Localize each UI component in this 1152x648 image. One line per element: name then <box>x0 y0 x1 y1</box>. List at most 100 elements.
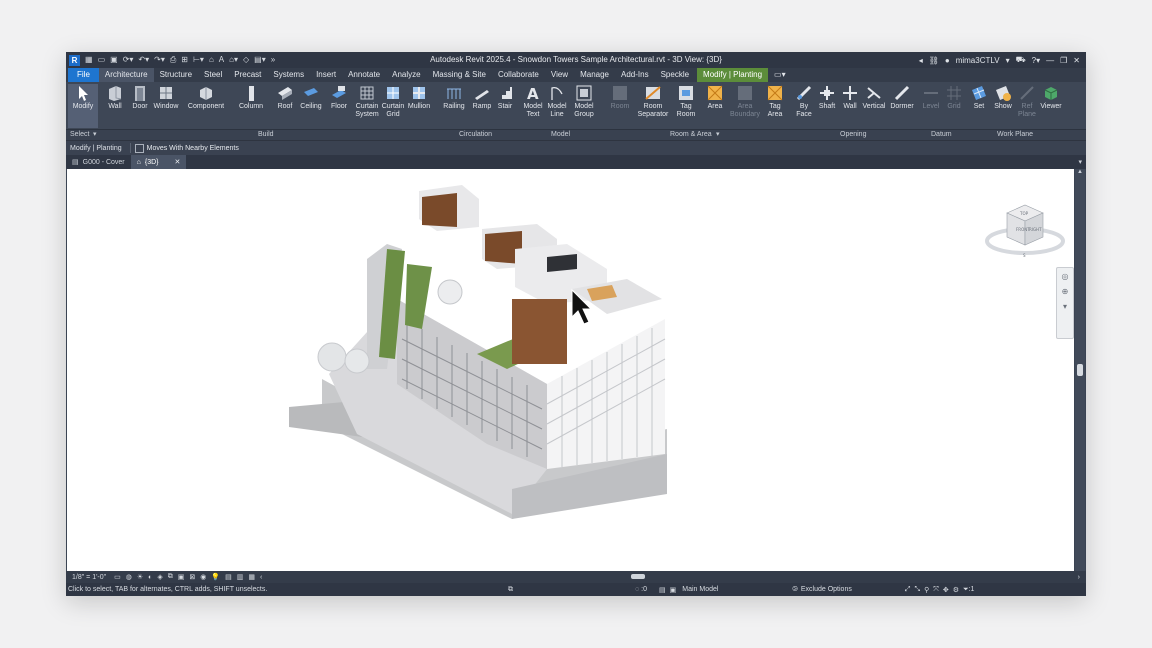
component-button[interactable]: Component <box>186 84 226 111</box>
horizontal-scroll-thumb[interactable] <box>631 574 646 579</box>
panel-room-area-dropdown-icon[interactable]: ▾ <box>716 130 720 140</box>
tab-structure[interactable]: Structure <box>154 68 198 82</box>
restore-icon[interactable]: ❐ <box>1060 56 1067 65</box>
crop-view-icon[interactable]: ⧉ <box>168 573 173 581</box>
revit-logo-icon[interactable]: R <box>69 54 80 66</box>
reveal-hidden-icon[interactable]: 💡 <box>211 573 220 581</box>
tag-icon[interactable]: ⌂ <box>209 55 214 65</box>
exclude-options-icon[interactable]: ⧁ <box>792 586 798 594</box>
text-icon[interactable]: A <box>219 55 224 65</box>
tab-menu-icon[interactable]: ▾ <box>1078 158 1082 166</box>
tab-manage[interactable]: Manage <box>574 68 615 82</box>
redo-icon[interactable]: ↷▾ <box>154 55 165 65</box>
home-icon[interactable]: ▦ <box>85 55 93 65</box>
drag-elements-icon[interactable]: ✥ <box>943 586 949 594</box>
background-process-icon[interactable]: ⚙ <box>953 586 959 594</box>
room-button[interactable]: Room <box>605 84 635 111</box>
sun-path-icon[interactable]: ☀ <box>137 573 143 581</box>
cart-icon[interactable]: ⛟ <box>1016 55 1026 65</box>
zoom-dropdown-icon[interactable]: ▾ <box>1063 302 1067 311</box>
viewcube-graphic[interactable]: FRONT RIGHT TOP S <box>985 199 1065 259</box>
tab-collaborate[interactable]: Collaborate <box>492 68 545 82</box>
viewcube[interactable]: FRONT RIGHT TOP S <box>985 199 1065 259</box>
scroll-left-icon[interactable]: ‹ <box>260 574 262 581</box>
help-icon[interactable]: ?▾ <box>1032 56 1040 65</box>
tab-annotate[interactable]: Annotate <box>342 68 386 82</box>
tab-architecture[interactable]: Architecture <box>98 68 154 82</box>
tab-analyze[interactable]: Analyze <box>386 68 426 82</box>
undo-icon[interactable]: ↶▾ <box>138 55 149 65</box>
open-icon[interactable]: ▭ <box>98 55 106 65</box>
close-icon[interactable]: ✕ <box>1073 56 1080 65</box>
temporary-hide-icon[interactable]: ◉ <box>200 573 206 581</box>
tag-area-button[interactable]: Tag Area <box>760 84 790 119</box>
shadows-icon[interactable]: ◐ <box>148 574 152 581</box>
dormer-button[interactable]: Dormer <box>887 84 917 111</box>
view-scale[interactable]: 1/8" = 1'-0" <box>72 574 106 581</box>
railing-button[interactable]: Railing <box>439 84 469 111</box>
window-button[interactable]: Window <box>151 84 181 111</box>
mullion-button[interactable]: Mullion <box>404 84 434 111</box>
highlight-displacement-icon[interactable]: ▦ <box>248 573 255 581</box>
area-button[interactable]: Area <box>700 84 730 111</box>
panel-room-area-label[interactable]: Room & Area <box>670 130 712 140</box>
scroll-right-icon[interactable]: › <box>1078 574 1080 581</box>
design-options-icon[interactable]: ▤ <box>659 586 666 594</box>
tab-file[interactable]: File <box>68 68 99 82</box>
measure-icon[interactable]: ⊞ <box>181 55 188 65</box>
zoom-icon[interactable]: ⊕ <box>1062 287 1069 296</box>
exclude-options-label[interactable]: Exclude Options <box>801 586 905 593</box>
ribbon-toggle-icon[interactable]: ▭▾ <box>768 68 792 82</box>
section-icon[interactable]: ◇ <box>243 55 249 65</box>
model-group-button[interactable]: Model Group <box>569 84 599 119</box>
floor-button[interactable]: Floor <box>324 84 354 111</box>
panel-select-dropdown-icon[interactable]: ▾ <box>93 130 97 140</box>
show-crop-icon[interactable]: ▣ <box>178 573 185 581</box>
analytical-model-icon[interactable]: ▥ <box>237 573 244 581</box>
modify-button[interactable]: Modify <box>68 84 98 128</box>
coordination-icon[interactable]: ⧉ <box>508 586 513 594</box>
model-line-button[interactable]: Model Line <box>542 84 572 119</box>
vertical-scrollbar[interactable]: ▲ <box>1075 169 1085 571</box>
column-button[interactable]: Column <box>236 84 266 111</box>
tab-insert[interactable]: Insert <box>310 68 342 82</box>
tab-precast[interactable]: Precast <box>228 68 267 82</box>
vertical-button[interactable]: Vertical <box>859 84 889 111</box>
tab-massing-site[interactable]: Massing & Site <box>427 68 492 82</box>
editable-only-icon[interactable]: ◌ <box>635 586 639 593</box>
3d-view-icon[interactable]: ⌂▾ <box>229 55 238 65</box>
panel-select-label[interactable]: Select <box>70 130 89 140</box>
dimension-icon[interactable]: ⊢▾ <box>193 55 204 65</box>
visual-style-icon[interactable]: ◍ <box>126 573 132 581</box>
ceiling-button[interactable]: Ceiling <box>296 84 326 111</box>
detail-level-icon[interactable]: ▭ <box>114 573 121 581</box>
stair-button[interactable]: Stair <box>490 84 520 111</box>
tab-add-ins[interactable]: Add-Ins <box>615 68 655 82</box>
tab-steel[interactable]: Steel <box>198 68 228 82</box>
viewcube-top[interactable]: TOP <box>1019 211 1029 216</box>
viewcube-right[interactable]: RIGHT <box>1029 227 1042 232</box>
close-tab-icon[interactable]: ✕ <box>175 158 181 166</box>
select-by-face-icon[interactable]: ⤧ <box>933 586 939 594</box>
3d-viewport[interactable]: FRONT RIGHT TOP S ◎ ⊕ ▾ <box>67 169 1074 571</box>
horizontal-scroll-track[interactable] <box>268 572 1071 582</box>
save-icon[interactable]: ▣ <box>110 55 118 65</box>
area-boundary-button[interactable]: Area Boundary <box>730 84 760 119</box>
moves-with-nearby-checkbox[interactable] <box>134 143 144 153</box>
building-model[interactable] <box>67 169 1074 571</box>
switch-windows-icon[interactable]: ▤▾ <box>254 55 266 65</box>
lock-view-icon[interactable]: ⊠ <box>189 573 195 581</box>
tag-room-button[interactable]: Tag Room <box>671 84 701 119</box>
print-icon[interactable]: ⎙ <box>170 55 176 65</box>
steering-wheel-icon[interactable]: ◎ <box>1062 272 1069 281</box>
select-pinned-icon[interactable]: ⚲ <box>924 586 929 594</box>
user-icon[interactable]: ● <box>945 56 950 65</box>
tab-systems[interactable]: Systems <box>267 68 310 82</box>
render-icon[interactable]: ◈ <box>157 573 162 581</box>
view-tab-cover[interactable]: ▤ G000 - Cover <box>66 155 131 169</box>
select-links-icon[interactable]: ⤢ <box>905 586 911 594</box>
share-icon[interactable]: ◂ <box>919 56 923 65</box>
viewer-button[interactable]: Viewer <box>1036 84 1066 111</box>
worksharing-display-icon[interactable]: ▤ <box>225 573 232 581</box>
view-tab-3d[interactable]: ⌂ {3D} ✕ <box>130 155 187 169</box>
